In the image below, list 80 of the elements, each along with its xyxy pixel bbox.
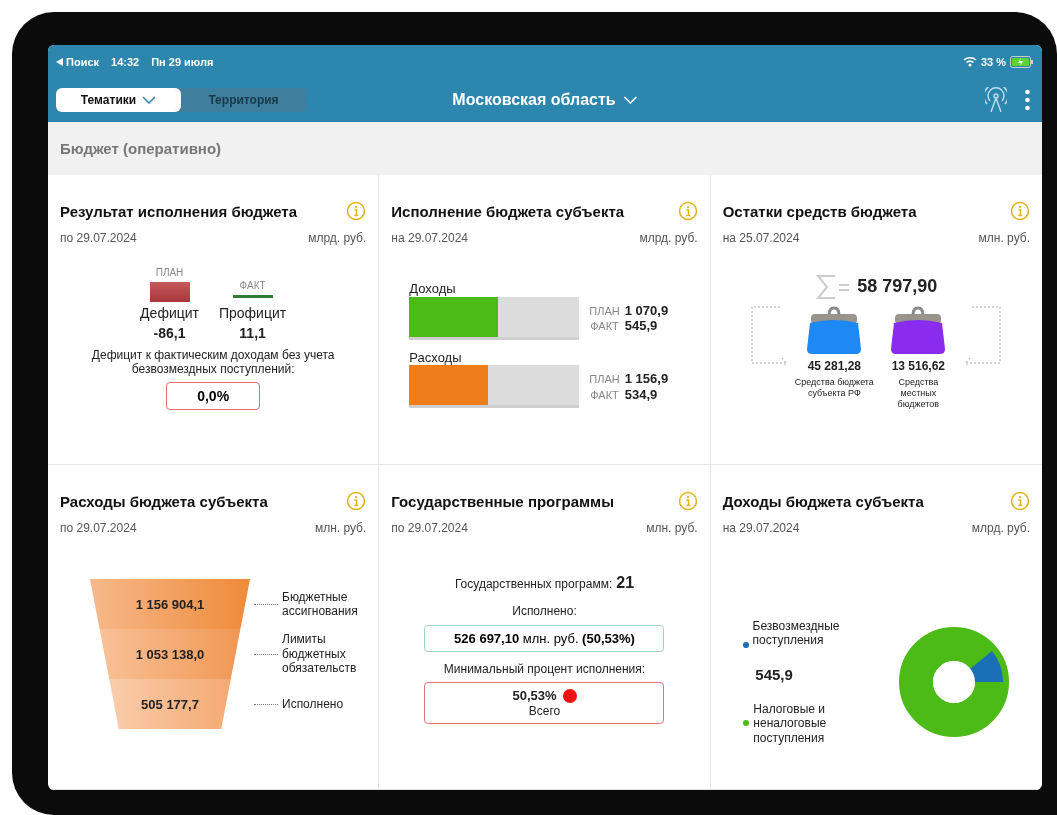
funnel-label: Бюджетные ассигнования — [282, 589, 359, 619]
battery-icon — [1010, 55, 1034, 68]
info-icon[interactable] — [1010, 201, 1030, 221]
tab[interactable]: Тематики — [56, 88, 181, 112]
info-icon[interactable] — [677, 491, 698, 511]
executed-value: 526 697,10 млн. руб. (50,53%) — [424, 624, 665, 652]
plan-label: ПЛАН — [589, 373, 620, 387]
card-date: по 29.07.2024 — [60, 231, 137, 245]
plan-label: ПЛАН — [589, 304, 620, 318]
card-date: на 29.07.2024 — [391, 231, 469, 245]
programs-count: 21 — [616, 573, 635, 593]
card-unit: млрд. руб. — [639, 231, 698, 245]
card-date: по 29.07.2024 — [391, 521, 468, 535]
card-unit: млрд. руб. — [971, 521, 1030, 535]
fact-label: ФАКТ — [239, 280, 266, 292]
funnel-segment: 1 156 904,1 — [90, 579, 250, 629]
info-icon[interactable] — [346, 201, 367, 221]
purse-value: 45 281,28 — [807, 359, 861, 374]
min-percent-label: Минимальный процент исполнения: — [443, 661, 646, 676]
min-percent-caption: Всего — [528, 703, 561, 718]
deficit-note: Дефицит к фактическим доходам без учета безвозмездных поступлений: — [90, 347, 336, 377]
more-menu-icon[interactable] — [1025, 89, 1030, 111]
purse-value: 13 516,62 — [891, 359, 945, 374]
card-date: на 25.07.2024 — [722, 231, 800, 245]
wifi-icon — [962, 56, 977, 67]
card-title: Доходы бюджета субъекта — [722, 492, 924, 510]
back-arrow-icon[interactable] — [56, 57, 63, 66]
deficit-label: Дефицит — [140, 305, 199, 322]
purse-label: Средства местных бюджетов — [896, 377, 941, 410]
plan-value: 1 070,9 — [624, 302, 669, 319]
funnel-label: Исполнено — [282, 696, 345, 712]
surplus-value: 11,1 — [239, 324, 266, 342]
surplus-label: Профицит — [218, 305, 287, 322]
min-percent-value: 50,53% — [512, 687, 557, 704]
legend-label: Налоговые и неналоговые поступления — [753, 701, 828, 745]
status-date: Пн 29 июля — [151, 55, 214, 68]
chevron-down-icon — [142, 96, 157, 104]
card-title: Результат исполнения бюджета — [60, 202, 298, 220]
plan-label: ПЛАН — [155, 267, 184, 279]
info-icon[interactable] — [1010, 491, 1030, 511]
plan-value: 1 156,9 — [624, 371, 669, 387]
executed-label: Исполнено: — [512, 604, 577, 619]
back-link[interactable]: Поиск — [66, 55, 99, 68]
sum-icon — [815, 273, 852, 301]
purse-label: Средства бюджета субъекта РФ — [794, 377, 875, 399]
fact-line — [232, 295, 273, 298]
card-title: Расходы бюджета субъекта — [60, 492, 268, 510]
section-title: Бюджет (оперативно) — [48, 122, 1042, 175]
legend-label: Безвозмездные поступления — [752, 619, 841, 648]
programs-count-label: Государственных программ: — [454, 577, 613, 592]
status-time: 14:32 — [111, 55, 140, 68]
card-date: по 29.07.2024 — [60, 521, 137, 535]
tab[interactable]: Территория — [181, 88, 306, 112]
battery-percent: 33 % — [980, 55, 1006, 68]
status-dot-icon — [562, 688, 577, 703]
funnel-label: Лимиты бюджетных обязательств — [282, 632, 358, 676]
card-unit: млн. руб. — [978, 231, 1030, 245]
fact-value: 534,9 — [624, 386, 659, 403]
card-date: на 29.07.2024 — [722, 521, 800, 535]
plan-bar — [149, 282, 190, 302]
antenna-icon[interactable] — [985, 87, 1007, 113]
total-value: 58 797,90 — [857, 276, 938, 298]
card-title: Государственные программы — [391, 492, 615, 510]
region-selector[interactable]: Московская область — [446, 90, 644, 110]
info-icon[interactable] — [677, 201, 698, 221]
income-total: 545,9 — [754, 665, 794, 684]
bar-label: Доходы — [409, 281, 457, 297]
deficit-value: -86,1 — [153, 324, 186, 342]
card-unit: млн. руб. — [646, 521, 698, 535]
percent-value: 0,0% — [166, 382, 261, 411]
fact-label: ФАКТ — [589, 320, 620, 334]
card-unit: млрд. руб. — [308, 231, 367, 245]
bar-label: Расходы — [409, 349, 463, 366]
fact-label: ФАКТ — [589, 388, 620, 402]
card-unit: млн. руб. — [314, 521, 367, 535]
chevron-down-icon — [623, 96, 638, 104]
card-title: Исполнение бюджета субъекта — [391, 202, 625, 220]
card-title: Остатки средств бюджета — [722, 202, 917, 220]
fact-value: 545,9 — [624, 318, 659, 334]
info-icon[interactable] — [346, 491, 367, 511]
